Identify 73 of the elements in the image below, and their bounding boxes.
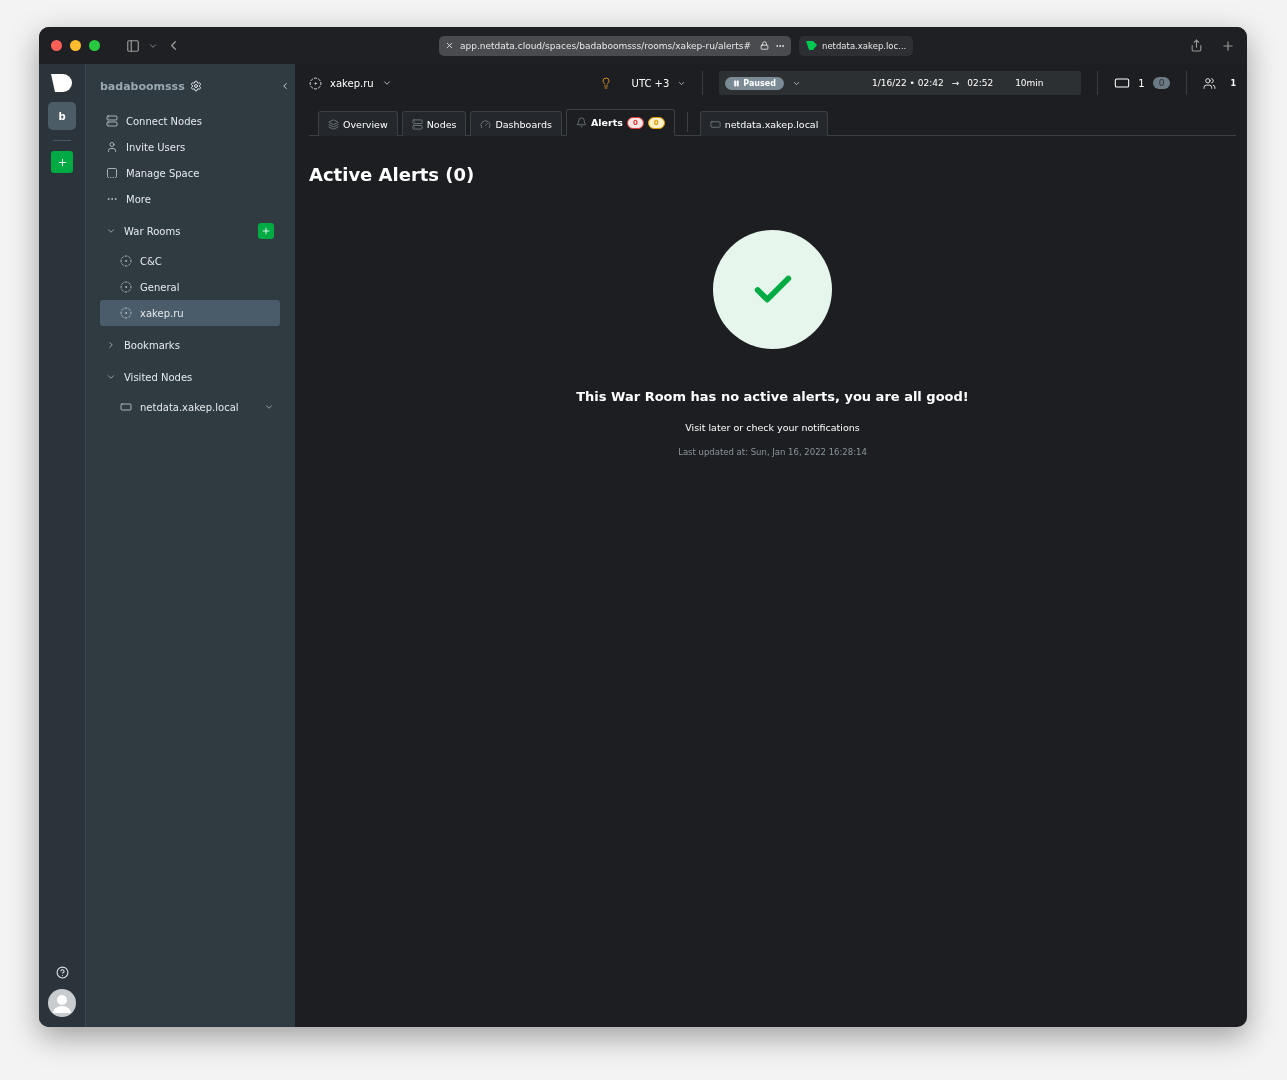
room-name[interactable]: xakep.ru (330, 77, 374, 89)
last-updated: Last updated at: Sun, Jan 16, 2022 16:28:14 (678, 447, 867, 457)
lock-icon (760, 41, 769, 50)
duration: 10min (1015, 78, 1044, 88)
pause-icon (733, 79, 741, 87)
nodes-icon (106, 115, 118, 127)
settings-icon[interactable] (189, 80, 202, 92)
section-header[interactable]: Bookmarks (100, 332, 280, 358)
site-icon (445, 41, 454, 50)
gauge-icon (480, 118, 492, 130)
user-count: 1 (1230, 78, 1236, 88)
bell-icon (576, 117, 587, 128)
logo-icon[interactable] (51, 74, 73, 92)
room-item[interactable]: General (100, 274, 280, 300)
close-button[interactable] (51, 40, 62, 51)
rectangle-icon (709, 118, 721, 130)
caret-down-icon (381, 78, 392, 88)
browser-tab[interactable]: netdata.xakep.loc... (799, 35, 914, 56)
node-item[interactable]: netdata.xakep.local (100, 394, 280, 420)
section-header[interactable]: War Rooms (100, 218, 280, 244)
space-button[interactable]: b (48, 102, 76, 130)
rectangle-icon (120, 401, 132, 413)
dashed-circle-icon (120, 307, 132, 319)
users-icon (1203, 76, 1217, 90)
arrow-text: → (951, 78, 960, 88)
layers-icon (328, 118, 339, 130)
menu-item[interactable]: More (100, 186, 280, 212)
user-icon (106, 141, 118, 153)
menu-item[interactable]: Manage Space (100, 160, 280, 186)
space-icon (106, 167, 118, 179)
tab[interactable]: Dashboards (470, 111, 562, 136)
sidebar-toggle-icon[interactable] (126, 38, 140, 53)
space-name: badaboomsss (100, 79, 185, 93)
add-space-button[interactable] (51, 151, 73, 173)
tab[interactable]: Nodes (401, 111, 467, 136)
tab[interactable]: Overview (318, 111, 398, 136)
menu-item[interactable]: Connect Nodes (100, 108, 280, 134)
menu-item[interactable]: Invite Users (100, 134, 280, 160)
caret-down-icon (264, 402, 274, 412)
zoom-button[interactable] (89, 40, 100, 51)
leaf-icon (806, 41, 817, 50)
server-icon (411, 118, 423, 130)
empty-message: This War Room has no active alerts, you are all good! (576, 389, 969, 404)
minimize-button[interactable] (70, 40, 81, 51)
lightbulb-icon (599, 77, 612, 89)
share-icon[interactable] (1190, 39, 1203, 52)
add-room-button[interactable] (258, 223, 274, 239)
range-end: 02:52 (967, 78, 994, 88)
caret-right-icon (106, 340, 116, 350)
section-header[interactable]: Visited Nodes (100, 364, 280, 390)
paused-button[interactable]: Paused (725, 76, 784, 90)
avatar-icon[interactable] (48, 989, 76, 1017)
dashed-circle-icon (120, 281, 132, 293)
timezone-selector[interactable]: UTC +3 (631, 77, 670, 89)
range-start: 1/16/22 • 02:42 (871, 78, 944, 88)
caret-down-icon (106, 372, 116, 382)
address-bar[interactable]: app.netdata.cloud/spaces/badaboomsss/rooms/xakep-ru/alerts# (439, 35, 791, 56)
plus-icon (261, 226, 271, 236)
dashed-circle-icon (120, 255, 132, 267)
page-title: Active Alerts (0) (309, 164, 476, 185)
room-item[interactable]: C&C (100, 248, 280, 274)
dashed-circle-icon (309, 76, 322, 90)
node-count: 1 (1138, 77, 1145, 89)
rectangle-icon (1114, 75, 1131, 91)
count-badge: 0 (1152, 77, 1171, 89)
hint-text: Visit later or check your notifications (685, 422, 860, 433)
new-tab-icon[interactable] (1221, 38, 1235, 53)
help-icon[interactable] (55, 966, 69, 979)
caret-down-icon (106, 226, 116, 236)
room-item[interactable]: xakep.ru (100, 300, 280, 326)
collapse-icon[interactable] (280, 81, 290, 91)
tab[interactable]: netdata.xakep.local (699, 111, 829, 136)
plus-icon (56, 156, 68, 168)
